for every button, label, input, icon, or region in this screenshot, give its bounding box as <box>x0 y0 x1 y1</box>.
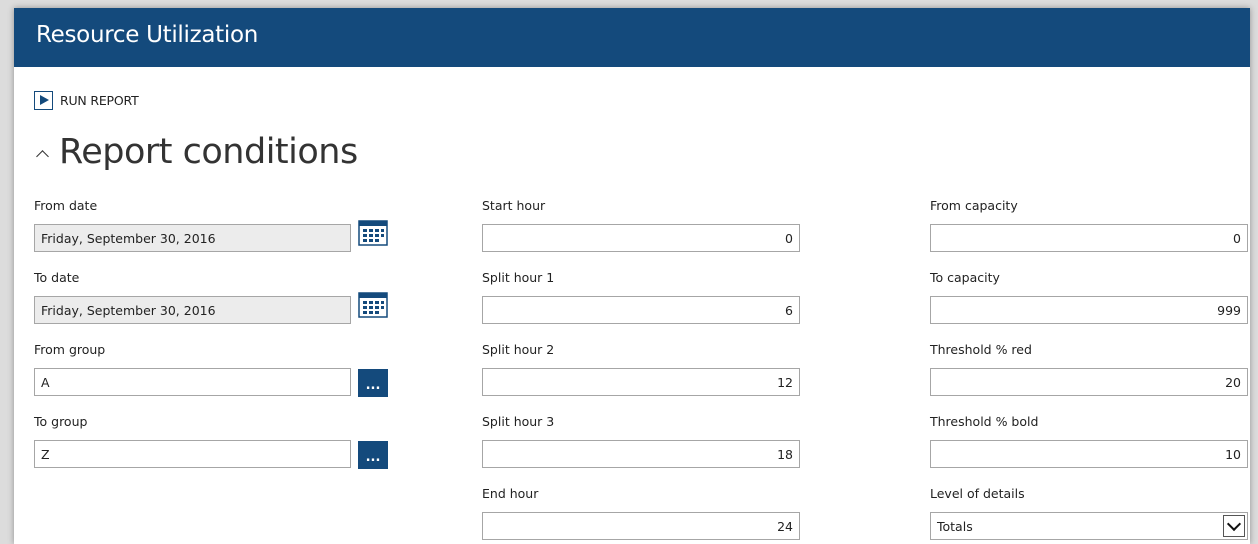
from-capacity-field[interactable]: 0 <box>930 224 1248 252</box>
to-capacity-label: To capacity <box>930 270 1000 285</box>
title-bar: Resource Utilization <box>14 8 1250 67</box>
start-hour-label: Start hour <box>482 198 546 213</box>
level-of-details-value: Totals <box>937 518 973 534</box>
from-group-label: From group <box>34 342 106 357</box>
play-icon <box>34 90 53 110</box>
threshold-bold-field[interactable]: 10 <box>930 440 1248 468</box>
from-date-calendar-icon[interactable] <box>358 220 388 246</box>
run-report-button[interactable]: RUN REPORT <box>34 90 139 110</box>
end-hour-label: End hour <box>482 486 539 501</box>
to-group-lookup-button[interactable]: ... <box>358 441 388 469</box>
to-date-label: To date <box>34 270 80 285</box>
split-hour-2-field[interactable]: 12 <box>482 368 800 396</box>
to-group-label: To group <box>34 414 88 429</box>
report-conditions-header[interactable]: Report conditions <box>34 132 358 172</box>
split-hour-2-label: Split hour 2 <box>482 342 555 357</box>
split-hour-3-label: Split hour 3 <box>482 414 555 429</box>
split-hour-1-field[interactable]: 6 <box>482 296 800 324</box>
from-group-field[interactable]: A <box>34 368 351 396</box>
chevron-up-icon <box>36 149 49 163</box>
threshold-bold-label: Threshold % bold <box>930 414 1039 429</box>
split-hour-3-field[interactable]: 18 <box>482 440 800 468</box>
from-group-lookup-button[interactable]: ... <box>358 369 388 397</box>
to-date-field[interactable]: Friday, September 30, 2016 <box>34 296 351 324</box>
to-capacity-field[interactable]: 999 <box>930 296 1248 324</box>
from-date-field[interactable]: Friday, September 30, 2016 <box>34 224 351 252</box>
window-title: Resource Utilization <box>36 22 259 48</box>
level-of-details-select[interactable]: Totals <box>930 512 1248 540</box>
threshold-red-field[interactable]: 20 <box>930 368 1248 396</box>
threshold-red-label: Threshold % red <box>930 342 1032 357</box>
report-window: Resource Utilization RUN REPORT Report c… <box>14 8 1250 544</box>
end-hour-field[interactable]: 24 <box>482 512 800 540</box>
section-title: Report conditions <box>59 132 358 172</box>
start-hour-field[interactable]: 0 <box>482 224 800 252</box>
from-date-label: From date <box>34 198 98 213</box>
chevron-down-icon[interactable] <box>1223 515 1245 537</box>
from-capacity-label: From capacity <box>930 198 1018 213</box>
level-of-details-label: Level of details <box>930 486 1025 501</box>
to-group-field[interactable]: Z <box>34 440 351 468</box>
split-hour-1-label: Split hour 1 <box>482 270 555 285</box>
run-report-label: RUN REPORT <box>60 92 139 108</box>
to-date-calendar-icon[interactable] <box>358 292 388 318</box>
